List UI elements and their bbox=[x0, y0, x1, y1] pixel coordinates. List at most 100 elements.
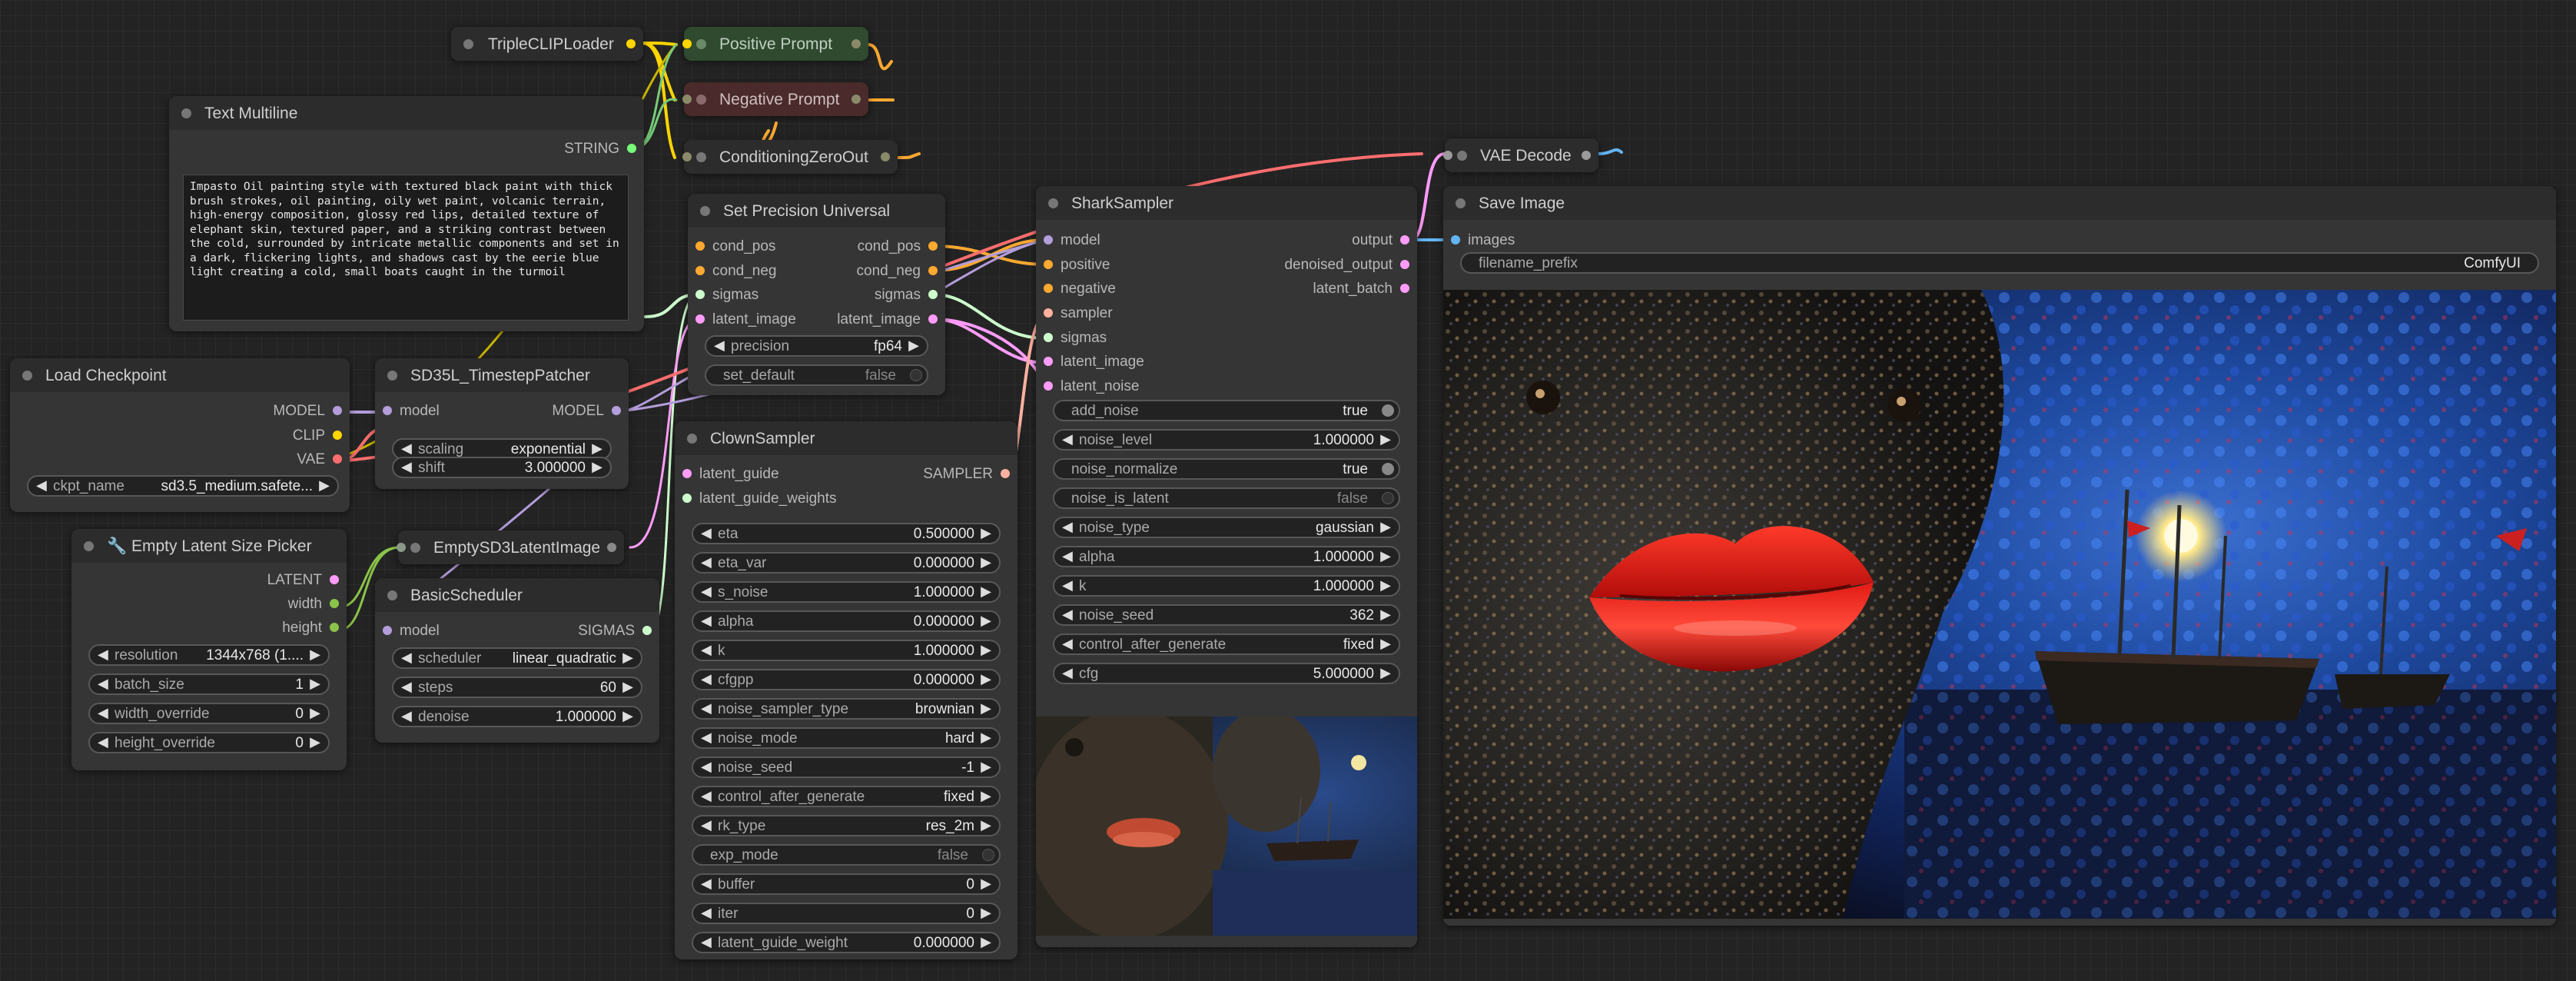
arrow-right-icon[interactable]: ▶ bbox=[981, 671, 991, 687]
node-text-multiline[interactable]: Text Multiline STRING Impasto Oil painti… bbox=[169, 96, 644, 331]
node-load-checkpoint[interactable]: Load Checkpoint MODEL CLIP VAE ◀ ckpt_na… bbox=[10, 358, 350, 512]
denoised-output-socket[interactable] bbox=[1400, 260, 1409, 269]
arrow-right-icon[interactable]: ▶ bbox=[1380, 519, 1391, 535]
shift-number[interactable]: ◀ shift 3.000000 ▶ bbox=[392, 457, 612, 478]
node-clown-sampler[interactable]: ClownSampler latent_guide SAMPLER latent… bbox=[675, 421, 1017, 959]
arrow-left-icon[interactable]: ◀ bbox=[701, 905, 712, 921]
arrow-left-icon[interactable]: ◀ bbox=[714, 338, 725, 354]
node-positive-prompt[interactable]: Positive Prompt bbox=[682, 27, 868, 61]
rk-type-widget[interactable]: ◀ rk_type res_2m ▶ bbox=[692, 815, 1001, 836]
positive-input-socket[interactable] bbox=[1044, 260, 1053, 269]
arrow-right-icon[interactable]: ▶ bbox=[981, 525, 991, 541]
arrow-left-icon[interactable]: ◀ bbox=[1062, 607, 1073, 623]
sigmas-input-socket[interactable] bbox=[1044, 333, 1053, 342]
control-after-generate-widget[interactable]: ◀ control_after_generate fixed ▶ bbox=[692, 786, 1001, 807]
node-empty-latent-size-picker[interactable]: 🔧 Empty Latent Size Picker LATENT width … bbox=[71, 529, 347, 770]
latent-guide-weight-widget[interactable]: ◀ latent_guide_weight 0.000000 ▶ bbox=[692, 932, 1001, 953]
arrow-right-icon[interactable]: ▶ bbox=[981, 613, 991, 629]
arrow-left-icon[interactable]: ◀ bbox=[401, 650, 412, 666]
width-input-socket[interactable] bbox=[397, 543, 406, 552]
arrow-right-icon[interactable]: ▶ bbox=[622, 708, 633, 724]
cond-neg-input-socket[interactable] bbox=[695, 266, 705, 275]
alpha-widget[interactable]: ◀ alpha 1.000000 ▶ bbox=[1053, 546, 1400, 567]
arrow-left-icon[interactable]: ◀ bbox=[701, 730, 712, 746]
clip-output-socket[interactable] bbox=[626, 39, 636, 48]
exp-mode-toggle[interactable]: exp_mode false bbox=[692, 844, 1001, 866]
latent-guide-weights-input-socket[interactable] bbox=[682, 494, 692, 503]
sampler-input-socket[interactable] bbox=[1044, 308, 1053, 318]
arrow-left-icon[interactable]: ◀ bbox=[401, 679, 412, 695]
model-input-socket[interactable] bbox=[383, 406, 392, 415]
arrow-right-icon[interactable]: ▶ bbox=[981, 700, 991, 717]
node-title-bar[interactable]: Text Multiline bbox=[169, 96, 644, 130]
eta-var-widget[interactable]: ◀ eta_var 0.000000 ▶ bbox=[692, 552, 1001, 574]
arrow-right-icon[interactable]: ▶ bbox=[981, 876, 991, 892]
width-output-socket[interactable] bbox=[330, 599, 339, 608]
latent-image-input-socket[interactable] bbox=[1044, 357, 1053, 366]
noise-seed-widget[interactable]: ◀ noise_seed 362 ▶ bbox=[1053, 604, 1400, 626]
latent-batch-output-socket[interactable] bbox=[1400, 284, 1409, 293]
node-set-precision-universal[interactable]: Set Precision Universal cond_pos cond_po… bbox=[688, 194, 945, 395]
arrow-left-icon[interactable]: ◀ bbox=[701, 876, 712, 892]
node-title-bar[interactable]: TripleCLIPLoader bbox=[451, 27, 643, 61]
noise-type-widget[interactable]: ◀ noise_type gaussian ▶ bbox=[1053, 517, 1400, 538]
collapse-dot[interactable] bbox=[696, 152, 706, 162]
arrow-left-icon[interactable]: ◀ bbox=[701, 934, 712, 950]
steps-number[interactable]: ◀ steps 60 ▶ bbox=[392, 677, 642, 698]
latent-output-socket[interactable] bbox=[330, 575, 339, 584]
arrow-left-icon[interactable]: ◀ bbox=[1062, 636, 1073, 652]
arrow-left-icon[interactable]: ◀ bbox=[98, 676, 108, 692]
toggle-knob-icon[interactable] bbox=[1382, 492, 1394, 504]
collapse-dot[interactable] bbox=[84, 541, 94, 551]
model-output-socket[interactable] bbox=[612, 406, 621, 415]
denoise-number[interactable]: ◀ denoise 1.000000 ▶ bbox=[392, 706, 642, 727]
node-title-bar[interactable]: BasicScheduler bbox=[375, 578, 659, 612]
control-after-generate-widget[interactable]: ◀ control_after_generate fixed ▶ bbox=[1053, 633, 1400, 655]
set-default-toggle[interactable]: set_default false bbox=[705, 364, 928, 386]
node-title-bar[interactable]: Set Precision Universal bbox=[688, 194, 945, 228]
toggle-knob-icon[interactable] bbox=[910, 369, 922, 381]
collapse-dot[interactable] bbox=[22, 371, 32, 381]
arrow-left-icon[interactable]: ◀ bbox=[401, 459, 412, 475]
arrow-right-icon[interactable]: ▶ bbox=[1380, 665, 1391, 681]
node-title-bar[interactable]: ConditioningZeroOut bbox=[682, 140, 898, 174]
collapse-dot[interactable] bbox=[387, 371, 397, 381]
eta-widget[interactable]: ◀ eta 0.500000 ▶ bbox=[692, 523, 1001, 544]
arrow-left-icon[interactable]: ◀ bbox=[98, 647, 108, 663]
vae-output-socket[interactable] bbox=[333, 454, 342, 464]
string-output-socket[interactable] bbox=[627, 144, 636, 153]
buffer-widget[interactable]: ◀ buffer 0 ▶ bbox=[692, 873, 1001, 895]
arrow-left-icon[interactable]: ◀ bbox=[1062, 519, 1073, 535]
noise-mode-widget[interactable]: ◀ noise_mode hard ▶ bbox=[692, 727, 1001, 749]
arrow-left-icon[interactable]: ◀ bbox=[701, 642, 712, 658]
arrow-left-icon[interactable]: ◀ bbox=[701, 700, 712, 717]
cfgpp-widget[interactable]: ◀ cfgpp 0.000000 ▶ bbox=[692, 669, 1001, 690]
batch-size-number[interactable]: ◀ batch_size 1 ▶ bbox=[88, 673, 330, 695]
samples-input-socket[interactable] bbox=[1443, 151, 1452, 160]
arrow-right-icon[interactable]: ▶ bbox=[1380, 607, 1391, 623]
arrow-left-icon[interactable]: ◀ bbox=[1062, 431, 1073, 447]
toggle-knob-icon[interactable] bbox=[1382, 404, 1394, 417]
conditioning-input-socket[interactable] bbox=[682, 152, 692, 161]
arrow-right-icon[interactable]: ▶ bbox=[622, 679, 633, 695]
latent-image-output-socket[interactable] bbox=[928, 314, 938, 324]
arrow-left-icon[interactable]: ◀ bbox=[36, 477, 47, 494]
output-output-socket[interactable] bbox=[1400, 235, 1409, 244]
collapse-dot[interactable] bbox=[700, 206, 710, 216]
arrow-left-icon[interactable]: ◀ bbox=[701, 671, 712, 687]
model-input-socket[interactable] bbox=[1044, 235, 1053, 244]
latent-output-socket[interactable] bbox=[607, 543, 616, 552]
node-basic-scheduler[interactable]: BasicScheduler model SIGMAS ◀ scheduler … bbox=[375, 578, 659, 743]
prompt-textarea[interactable]: Impasto Oil painting style with textured… bbox=[183, 175, 629, 321]
arrow-right-icon[interactable]: ▶ bbox=[592, 459, 603, 475]
collapse-dot[interactable] bbox=[387, 590, 397, 600]
arrow-right-icon[interactable]: ▶ bbox=[310, 705, 320, 721]
conditioning-output-socket[interactable] bbox=[851, 95, 861, 104]
conditioning-output-socket[interactable] bbox=[881, 152, 890, 161]
arrow-left-icon[interactable]: ◀ bbox=[401, 708, 412, 724]
cond-pos-output-socket[interactable] bbox=[928, 241, 938, 251]
iter-widget[interactable]: ◀ iter 0 ▶ bbox=[692, 903, 1001, 924]
arrow-right-icon[interactable]: ▶ bbox=[1380, 636, 1391, 652]
model-input-socket[interactable] bbox=[383, 626, 392, 635]
collapse-dot[interactable] bbox=[1456, 198, 1466, 208]
